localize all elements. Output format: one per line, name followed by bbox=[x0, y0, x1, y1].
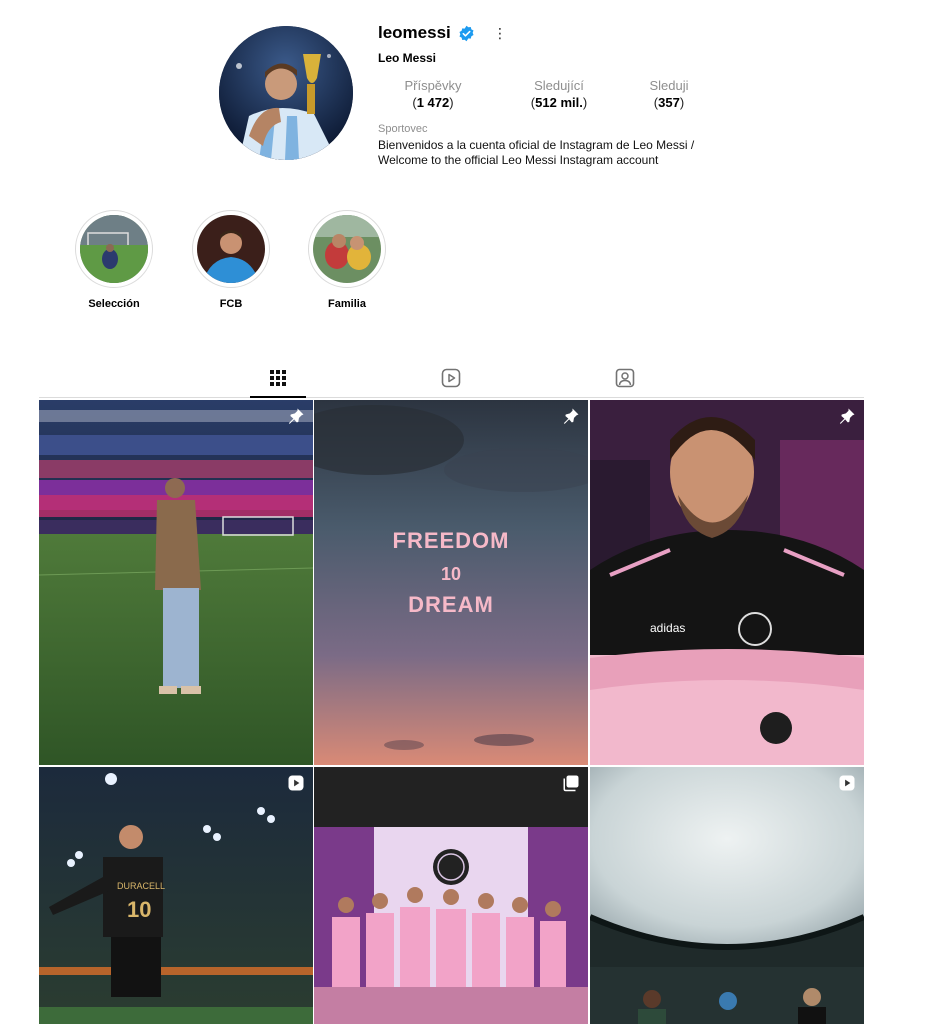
more-options-icon[interactable]: ⋮ bbox=[492, 22, 508, 44]
stat-followers-label: Sledující bbox=[534, 78, 584, 93]
verified-badge-icon bbox=[458, 25, 475, 42]
post-thumbnail[interactable]: adidas bbox=[590, 400, 864, 765]
post-thumbnail[interactable] bbox=[590, 767, 864, 1024]
bio-line: Welcome to the official Leo Messi Instag… bbox=[378, 153, 659, 167]
reel-icon bbox=[838, 774, 856, 792]
tab-reels[interactable] bbox=[441, 368, 461, 388]
post-thumbnail[interactable] bbox=[314, 767, 588, 1024]
highlight-label: Selección bbox=[88, 298, 140, 310]
profile-bio: Bienvenidos a la cuenta oficial de Insta… bbox=[378, 138, 738, 168]
highlight-cover bbox=[80, 215, 148, 283]
pin-icon bbox=[287, 407, 305, 425]
profile-full-name: Leo Messi bbox=[378, 51, 437, 65]
post-thumbnail[interactable] bbox=[39, 400, 313, 765]
pin-icon bbox=[562, 407, 580, 425]
stat-posts-label: Příspěvky bbox=[404, 78, 462, 93]
active-tab-indicator bbox=[250, 396, 306, 398]
stat-following-value: (357) bbox=[653, 95, 685, 110]
bio-line: Bienvenidos a la cuenta oficial de Insta… bbox=[378, 138, 695, 152]
svg-text:DURACELL: DURACELL bbox=[117, 881, 165, 891]
highlight-cover bbox=[313, 215, 381, 283]
grid-icon bbox=[270, 370, 286, 386]
stat-following[interactable]: Sleduji (357) bbox=[614, 77, 724, 111]
post-thumbnail[interactable]: DURACELL 10 bbox=[39, 767, 313, 1024]
svg-text:adidas: adidas bbox=[650, 621, 685, 635]
stat-followers-value: (512 mil.) bbox=[530, 95, 588, 110]
post-text: DREAM bbox=[408, 592, 494, 617]
stat-followers[interactable]: Sledující (512 mil.) bbox=[504, 77, 614, 111]
post-thumbnail[interactable]: FREEDOM 10 DREAM bbox=[314, 400, 588, 765]
highlight-fcb[interactable]: FCB bbox=[192, 210, 272, 310]
stat-posts: Příspěvky (1 472) bbox=[378, 77, 488, 111]
tab-tagged[interactable] bbox=[615, 368, 635, 388]
stat-following-label: Sleduji bbox=[649, 78, 689, 93]
reel-icon bbox=[287, 774, 305, 792]
stat-posts-value: (1 472) bbox=[412, 95, 454, 110]
pin-icon bbox=[838, 407, 856, 425]
highlight-label: FCB bbox=[219, 298, 243, 310]
post-text: 10 bbox=[440, 564, 462, 584]
highlight-familia[interactable]: Familia bbox=[308, 210, 388, 310]
tagged-icon bbox=[615, 368, 635, 388]
post-text: FREEDOM bbox=[392, 528, 510, 553]
profile-category: Sportovec bbox=[378, 123, 428, 135]
reels-icon bbox=[441, 368, 461, 388]
svg-text:10: 10 bbox=[127, 897, 151, 922]
highlight-label: Familia bbox=[328, 298, 366, 310]
tabs-divider bbox=[39, 397, 864, 398]
profile-avatar[interactable] bbox=[219, 26, 353, 160]
carousel-icon bbox=[562, 774, 580, 792]
highlight-cover bbox=[197, 215, 265, 283]
tab-posts[interactable] bbox=[268, 368, 288, 388]
profile-username[interactable]: leomessi bbox=[378, 22, 451, 44]
highlight-seleccion[interactable]: Selección bbox=[75, 210, 155, 310]
